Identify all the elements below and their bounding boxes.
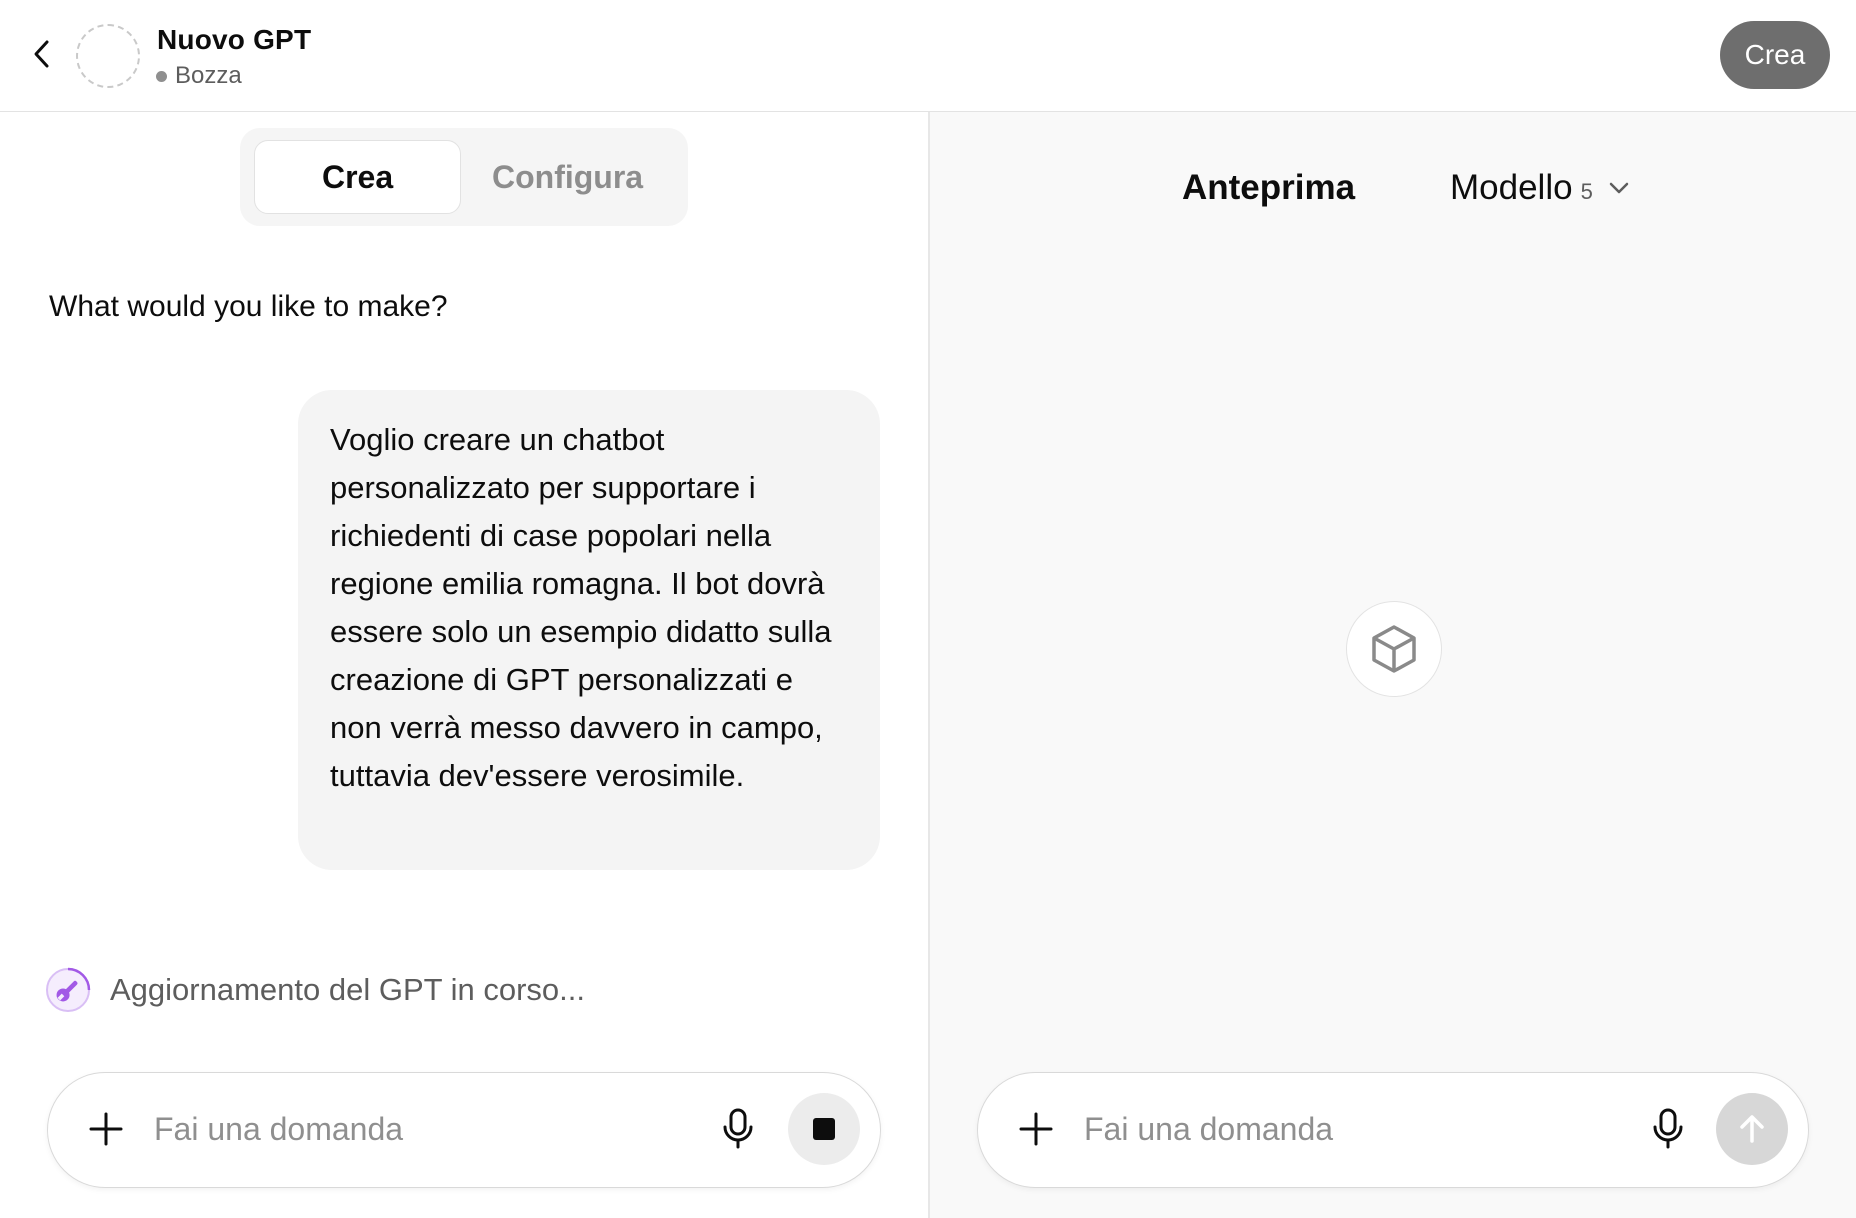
send-button[interactable] [1716, 1093, 1788, 1165]
assistant-message: What would you like to make? [49, 290, 448, 323]
chevron-left-icon [34, 40, 49, 68]
wrench-progress-icon [46, 967, 91, 1012]
plus-icon[interactable] [86, 1109, 126, 1149]
top-bar: Nuovo GPT Bozza Crea [0, 0, 1856, 112]
stop-generation-button[interactable] [788, 1093, 860, 1165]
gpt-title: Nuovo GPT [157, 24, 312, 55]
builder-pane: Crea Configura What would you like to ma… [0, 112, 928, 1218]
cube-icon [1372, 625, 1416, 673]
arrow-up-icon [1740, 1115, 1764, 1143]
builder-message-input[interactable] [154, 1103, 674, 1155]
stop-icon [813, 1118, 835, 1140]
status-dot-icon [156, 70, 167, 82]
plus-icon[interactable] [1016, 1109, 1056, 1149]
preview-pane: Anteprima Modello 5 [930, 112, 1856, 1218]
microphone-icon[interactable] [1648, 1107, 1688, 1151]
back-button[interactable] [26, 38, 58, 70]
status-label: Bozza [175, 62, 242, 89]
model-version: 5 [1580, 179, 1593, 204]
builder-composer [47, 1072, 881, 1188]
tab-configure[interactable]: Configura [461, 140, 674, 214]
gpt-status: Bozza [156, 62, 242, 90]
update-status: Aggiornamento del GPT in corso... [44, 966, 585, 1014]
gpt-avatar-placeholder[interactable] [76, 24, 140, 88]
microphone-icon[interactable] [718, 1107, 758, 1151]
create-gpt-button[interactable]: Crea [1720, 21, 1830, 89]
preview-composer [977, 1072, 1809, 1188]
preview-title: Anteprima [1182, 168, 1356, 207]
user-message-bubble: Voglio creare un chatbot personalizzato … [298, 390, 880, 870]
gpt-preview-avatar [1346, 601, 1442, 697]
model-selector[interactable]: Modello 5 [1450, 168, 1631, 208]
preview-message-input[interactable] [1084, 1103, 1604, 1155]
chevron-down-icon [1609, 182, 1629, 194]
tab-create[interactable]: Crea [254, 140, 462, 214]
model-label: Modello [1450, 168, 1573, 207]
update-status-text: Aggiornamento del GPT in corso... [110, 972, 586, 1007]
mode-tabs: Crea Configura [240, 128, 688, 226]
